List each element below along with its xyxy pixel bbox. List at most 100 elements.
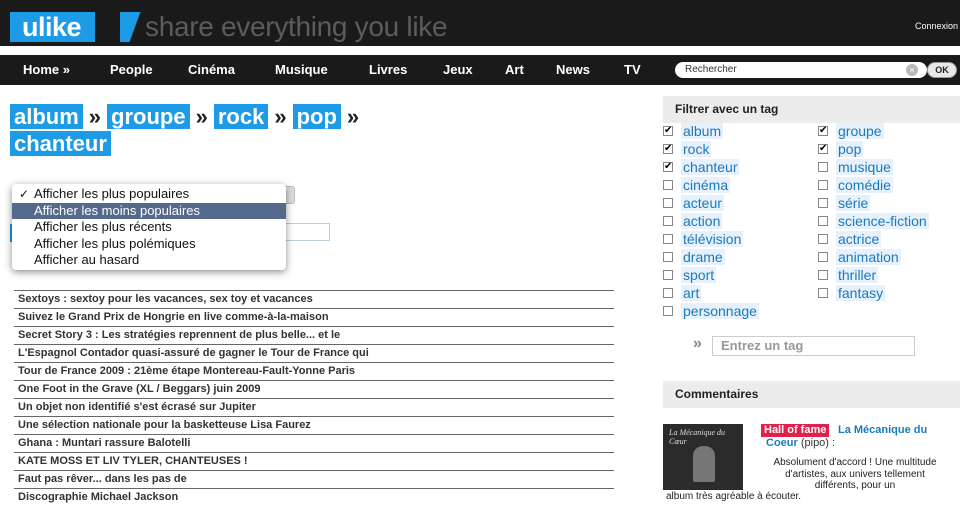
crumb-separator: » <box>88 104 102 129</box>
tag-label: groupe <box>836 123 884 139</box>
tag-chanteur[interactable]: ✔ chanteur <box>663 158 740 176</box>
nav-home[interactable]: Home » <box>23 55 70 85</box>
tag-thriller[interactable]: thriller <box>818 266 879 284</box>
tag-label: pop <box>836 141 864 157</box>
article-link[interactable]: Discographie Michael Jackson <box>14 488 614 506</box>
search-input[interactable]: Rechercher <box>675 62 927 78</box>
tag-personnage[interactable]: personnage <box>663 302 759 320</box>
tag-science-fiction[interactable]: science-fiction <box>818 212 929 230</box>
article-list: Sextoys : sextoy pour les vacances, sex … <box>14 290 614 506</box>
checkbox-icon[interactable] <box>663 216 673 227</box>
crumb-album[interactable]: album <box>10 104 83 129</box>
sort-option-random[interactable]: Afficher au hasard <box>12 252 286 269</box>
nav-news[interactable]: News <box>556 55 590 85</box>
sort-option-recent[interactable]: Afficher les plus récents <box>12 219 286 236</box>
sort-option-least-popular[interactable]: Afficher les moins populaires <box>12 202 286 219</box>
article-link[interactable]: Suivez le Grand Prix de Hongrie en live … <box>14 308 614 326</box>
tag-label: album <box>681 123 724 139</box>
crumb-chanteur[interactable]: chanteur <box>10 131 111 156</box>
tag-fantasy[interactable]: fantasy <box>818 284 886 302</box>
tag-album[interactable]: ✔ album <box>663 122 724 140</box>
nav-people[interactable]: People <box>110 55 153 85</box>
crumb-separator: » <box>274 104 287 129</box>
sort-option-label: Afficher les plus récents <box>34 219 172 234</box>
site-logo[interactable]: ulike <box>10 12 96 42</box>
tag-label: drame <box>681 249 725 265</box>
nav-livres[interactable]: Livres <box>369 55 407 85</box>
nav-jeux[interactable]: Jeux <box>443 55 473 85</box>
checkbox-icon[interactable] <box>818 252 828 263</box>
crumb-groupe[interactable]: groupe <box>107 104 190 129</box>
double-chevron-icon: » <box>693 335 702 352</box>
nav-cinema[interactable]: Cinéma <box>188 55 235 85</box>
crumb-pop[interactable]: pop <box>292 104 341 129</box>
article-link[interactable]: Tour de France 2009 : 21ème étape Monter… <box>14 362 614 380</box>
tag-label: rock <box>681 141 712 157</box>
article-link[interactable]: One Foot in the Grave (XL / Beggars) jui… <box>14 380 614 398</box>
nav-musique[interactable]: Musique <box>275 55 328 85</box>
tag-label: animation <box>836 249 901 265</box>
crumb-rock[interactable]: rock <box>213 104 269 129</box>
tag-television[interactable]: télévision <box>663 230 744 248</box>
checkbox-icon[interactable] <box>818 162 828 173</box>
tag-label: musique <box>836 159 893 175</box>
search-ok-button[interactable]: OK <box>927 62 957 78</box>
tag-breadcrumb: album» groupe» rock» pop» chanteur <box>10 103 530 157</box>
checkbox-icon[interactable] <box>818 216 828 227</box>
checkbox-icon[interactable] <box>818 180 828 191</box>
connexion-link[interactable]: Connexion <box>915 21 958 31</box>
checkbox-icon[interactable] <box>663 288 673 299</box>
tag-input[interactable]: Entrez un tag <box>712 336 915 356</box>
album-cover-thumbnail[interactable]: La Mécanique du Cœur <box>663 424 743 490</box>
tag-actrice[interactable]: actrice <box>818 230 882 248</box>
tag-rock[interactable]: ✔ rock <box>663 140 712 158</box>
tag-groupe[interactable]: ✔ groupe <box>818 122 884 140</box>
article-link[interactable]: Secret Story 3 : Les stratégies reprenne… <box>14 326 614 344</box>
checkbox-icon[interactable] <box>818 234 828 245</box>
tag-label: acteur <box>681 195 724 211</box>
checkbox-checked-icon[interactable]: ✔ <box>663 126 673 137</box>
checkbox-icon[interactable] <box>663 306 673 317</box>
tag-cinema[interactable]: cinéma <box>663 176 731 194</box>
checkbox-icon[interactable] <box>818 198 828 209</box>
article-link[interactable]: Sextoys : sextoy pour les vacances, sex … <box>14 290 614 308</box>
article-link[interactable]: Un objet non identifié s'est écrasé sur … <box>14 398 614 416</box>
comment-body: Absolument d'accord ! Une multitude d'ar… <box>773 457 937 491</box>
tag-acteur[interactable]: acteur <box>663 194 724 212</box>
tag-drame[interactable]: drame <box>663 248 725 266</box>
checkbox-icon[interactable] <box>818 270 828 281</box>
checkbox-icon[interactable] <box>663 252 673 263</box>
checkbox-checked-icon[interactable]: ✔ <box>663 144 673 155</box>
article-link[interactable]: L'Espagnol Contador quasi-assuré de gagn… <box>14 344 614 362</box>
article-link[interactable]: Une sélection nationale pour la baskette… <box>14 416 614 434</box>
tag-serie[interactable]: série <box>818 194 871 212</box>
article-link[interactable]: Ghana : Muntari rassure Balotelli <box>14 434 614 452</box>
sort-option-polemic[interactable]: Afficher les plus polémiques <box>12 236 286 253</box>
tag-animation[interactable]: animation <box>818 248 901 266</box>
tag-label: cinéma <box>681 177 731 193</box>
checkbox-icon[interactable] <box>663 198 673 209</box>
checkbox-checked-icon[interactable]: ✔ <box>663 162 673 173</box>
tag-label: série <box>836 195 871 211</box>
checkbox-icon[interactable] <box>663 180 673 191</box>
checkbox-checked-icon[interactable]: ✔ <box>818 144 828 155</box>
tag-pop[interactable]: ✔ pop <box>818 140 864 158</box>
tag-art[interactable]: art <box>663 284 702 302</box>
nav-art[interactable]: Art <box>505 55 524 85</box>
nav-tv[interactable]: TV <box>624 55 641 85</box>
tag-label: science-fiction <box>836 213 929 229</box>
checkbox-icon[interactable] <box>663 234 673 245</box>
comment-author: (pipo) : <box>800 437 836 449</box>
tag-musique[interactable]: musique <box>818 158 893 176</box>
checkbox-checked-icon[interactable]: ✔ <box>818 126 828 137</box>
article-link[interactable]: KATE MOSS ET LIV TYLER, CHANTEUSES ! <box>14 452 614 470</box>
checkbox-icon[interactable] <box>818 288 828 299</box>
tag-action[interactable]: action <box>663 212 723 230</box>
tag-sport[interactable]: sport <box>663 266 717 284</box>
search-clear-icon[interactable]: × <box>906 64 918 76</box>
checkbox-icon[interactable] <box>663 270 673 281</box>
article-link[interactable]: Faut pas rêver... dans les pas de <box>14 470 614 488</box>
tag-comedie[interactable]: comédie <box>818 176 893 194</box>
hall-of-fame-badge: Hall of fame <box>761 424 830 437</box>
sort-option-popular[interactable]: ✓ Afficher les plus populaires <box>12 186 286 203</box>
